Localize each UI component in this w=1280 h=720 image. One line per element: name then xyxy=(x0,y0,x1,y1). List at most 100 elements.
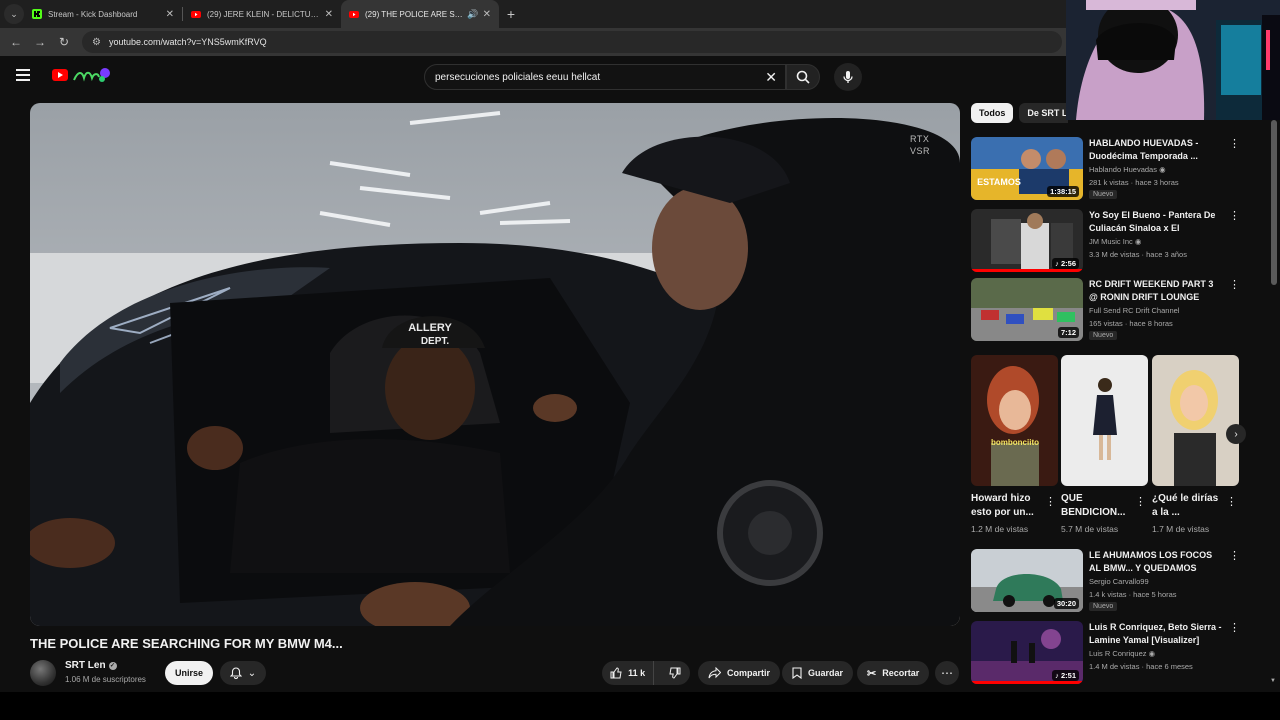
video-thumbnail[interactable]: 7:12 xyxy=(971,278,1083,341)
chip-from-channel[interactable]: De SRT Len xyxy=(1019,103,1068,123)
browser-tab[interactable]: Stream - Kick Dashboard ✕ xyxy=(24,0,182,28)
rtx-overlay-text: RTX xyxy=(909,134,930,144)
tab-label: Stream - Kick Dashboard xyxy=(48,9,138,19)
scroll-down-arrow-icon[interactable]: ▼ xyxy=(1270,678,1276,684)
kick-icon xyxy=(32,9,42,19)
url-field[interactable]: ⚙ youtube.com/watch?v=YNS5wmKfRVQ xyxy=(82,31,1062,53)
verified-icon: ◉ xyxy=(1134,237,1142,246)
channel-avatar[interactable] xyxy=(30,660,56,686)
share-label: Compartir xyxy=(727,668,771,678)
watch-progress-bar xyxy=(971,681,1083,684)
channel-name[interactable]: SRT Len ✓ xyxy=(65,660,117,671)
recommendation-channel[interactable]: Full Send RC Drift Channel xyxy=(1089,306,1179,315)
close-tab-icon[interactable]: ✕ xyxy=(166,9,174,20)
short-item[interactable]: ¿Qué le dirías a la ... ⋮ 1.7 M de vista… xyxy=(1152,355,1239,534)
search-input[interactable]: persecuciones policiales eeuu hellcat ✕ xyxy=(424,64,786,90)
more-options-icon[interactable]: ⋮ xyxy=(1229,551,1240,562)
video-thumbnail[interactable]: ♪ 2:51 xyxy=(971,621,1083,684)
more-options-icon[interactable]: ⋮ xyxy=(1229,139,1240,150)
short-thumbnail[interactable] xyxy=(1061,355,1148,486)
video-duration-text: 2:51 xyxy=(1060,671,1076,680)
verified-icon: ◉ xyxy=(1148,649,1156,658)
more-options-icon[interactable]: ⋮ xyxy=(1045,495,1056,508)
short-item[interactable]: QUE BENDICION... ⋮ 5.7 M de vistas xyxy=(1061,355,1148,534)
shorts-next-chevron-icon[interactable]: › xyxy=(1226,424,1246,444)
recommendation-channel[interactable]: Sergio Carvallo99 xyxy=(1089,577,1149,586)
audio-playing-icon[interactable]: 🔊 xyxy=(467,9,478,20)
recommendation-meta: 3.3 M de vistas · hace 3 años xyxy=(1089,250,1187,259)
dislike-button[interactable] xyxy=(660,661,690,685)
video-thumbnail[interactable]: ESTAMOS 1:38:15 xyxy=(971,137,1083,200)
microphone-icon xyxy=(843,71,853,83)
svg-text:ESTAMOS: ESTAMOS xyxy=(977,177,1021,187)
video-thumbnail[interactable]: 30:20 xyxy=(971,549,1083,612)
recommendation-channel[interactable]: JM Music Inc ◉ xyxy=(1089,237,1141,246)
back-arrow-icon[interactable]: ← xyxy=(4,35,28,49)
more-options-icon[interactable]: ⋮ xyxy=(1226,495,1237,508)
forward-arrow-icon[interactable]: → xyxy=(28,35,52,49)
youtube-logo-icon[interactable] xyxy=(52,69,68,81)
recommendation-channel-name: JM Music Inc xyxy=(1089,237,1133,246)
close-tab-icon[interactable]: ✕ xyxy=(325,9,333,20)
search-icon xyxy=(796,70,810,84)
short-thumbnail[interactable] xyxy=(1152,355,1239,486)
recommendation-title[interactable]: RC DRIFT WEEKEND PART 3 @ RONIN DRIFT LO… xyxy=(1089,278,1224,304)
site-info-icon[interactable]: ⚙ xyxy=(92,37,101,48)
reload-icon[interactable]: ↻ xyxy=(52,35,76,49)
url-text: youtube.com/watch?v=YNS5wmKfRVQ xyxy=(108,37,267,47)
short-title[interactable]: ¿Qué le dirías a la ... xyxy=(1152,492,1224,520)
chip-all[interactable]: Todos xyxy=(971,103,1014,123)
new-tab-button[interactable]: + xyxy=(499,6,523,22)
menu-icon[interactable] xyxy=(16,69,30,81)
save-button[interactable]: Guardar xyxy=(782,661,854,685)
search-button[interactable] xyxy=(786,64,820,90)
video-duration: 7:12 xyxy=(1057,327,1079,338)
clip-button[interactable]: ✂ Recortar xyxy=(857,661,930,685)
recommendation-title[interactable]: Yo Soy El Bueno - Pantera De Culiacán Si… xyxy=(1089,209,1224,235)
bell-icon xyxy=(229,667,242,679)
more-actions-icon[interactable]: ⋯ xyxy=(935,661,959,685)
video-duration: ♪ 2:51 xyxy=(1052,670,1079,681)
browser-tab[interactable]: (29) JERE KLEIN - DELICTUAL (V ✕ xyxy=(183,0,341,28)
share-button[interactable]: Compartir xyxy=(698,661,781,685)
recommendation-title[interactable]: LE AHUMAMOS LOS FOCOS AL BMW... Y QUEDAM… xyxy=(1089,549,1224,575)
short-title[interactable]: QUE BENDICION... xyxy=(1061,492,1133,520)
recommendation-meta: 1.4 M de vistas · hace 6 meses xyxy=(1089,662,1193,671)
recommendation-item[interactable]: ♪ 2:56 Yo Soy El Bueno - Pantera De Culi… xyxy=(971,209,1246,273)
join-button[interactable]: Unirse xyxy=(165,661,213,685)
recommendation-item[interactable]: 7:12 RC DRIFT WEEKEND PART 3 @ RONIN DRI… xyxy=(971,278,1246,342)
recommendation-item[interactable]: ♪ 2:51 Luis R Conriquez, Beto Sierra - L… xyxy=(971,621,1246,685)
more-options-icon[interactable]: ⋮ xyxy=(1135,495,1146,508)
recommendation-channel[interactable]: Hablando Huevadas ◉ xyxy=(1089,165,1166,174)
more-options-icon[interactable]: ⋮ xyxy=(1229,211,1240,222)
scrollbar-thumb[interactable] xyxy=(1271,120,1277,285)
save-label: Guardar xyxy=(808,668,844,678)
browser-tab-active[interactable]: (29) THE POLICE ARE SEARCH 🔊 ✕ xyxy=(341,0,499,28)
recommendation-channel[interactable]: Luis R Conriquez ◉ xyxy=(1089,649,1155,658)
channel-name-text: SRT Len xyxy=(65,660,106,671)
close-tab-icon[interactable]: ✕ xyxy=(483,9,491,20)
thumbnail-image xyxy=(1152,355,1239,486)
voice-search-button[interactable] xyxy=(834,63,862,91)
video-player[interactable]: ALLERY DEPT. RTX VSR xyxy=(30,103,960,626)
short-overlay-text: bombonciito xyxy=(991,438,1039,447)
clear-search-icon[interactable]: ✕ xyxy=(765,69,777,86)
video-thumbnail[interactable]: ♪ 2:56 xyxy=(971,209,1083,272)
filter-chips: Todos De SRT Len xyxy=(971,103,1068,125)
more-options-icon[interactable]: ⋮ xyxy=(1229,280,1240,291)
short-thumbnail[interactable]: bombonciito xyxy=(971,355,1058,486)
notifications-button[interactable]: ⌄ xyxy=(220,661,266,685)
recommendation-title[interactable]: HABLANDO HUEVADAS - Duodécima Temporada … xyxy=(1089,137,1224,163)
chevron-down-icon: ⌄ xyxy=(247,667,257,679)
short-title[interactable]: Howard hizo esto por un... xyxy=(971,492,1043,520)
recommendation-item[interactable]: ESTAMOS 1:38:15 HABLANDO HUEVADAS - Duod… xyxy=(971,137,1246,201)
recommendation-title[interactable]: Luis R Conriquez, Beto Sierra - Lamine Y… xyxy=(1089,621,1224,647)
more-options-icon[interactable]: ⋮ xyxy=(1229,623,1240,634)
thumbs-down-icon xyxy=(669,667,681,679)
youtube-doodle-logo[interactable] xyxy=(72,65,112,85)
like-button[interactable]: 11 k xyxy=(602,661,655,685)
tab-search-chevron-icon[interactable]: ⌄ xyxy=(4,4,24,24)
beanie-text: DEPT. xyxy=(421,336,450,347)
recommendation-item[interactable]: 30:20 LE AHUMAMOS LOS FOCOS AL BMW... Y … xyxy=(971,549,1246,613)
short-item[interactable]: bombonciito Howard hizo esto por un... ⋮… xyxy=(971,355,1058,534)
